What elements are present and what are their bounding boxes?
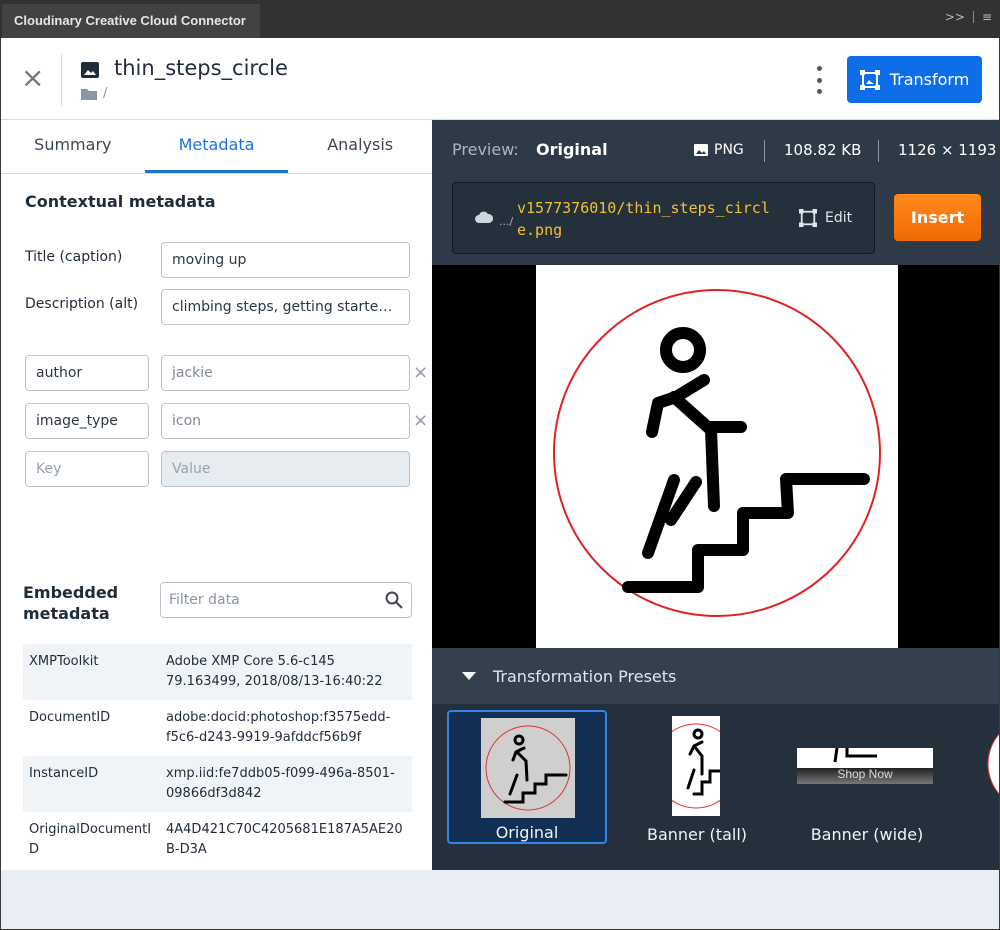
table-row: DocumentID adobe:docid:photoshop:f3575ed… <box>23 700 412 756</box>
format-label: PNG <box>714 142 744 158</box>
description-alt-input[interactable]: climbing steps, getting started, i... <box>161 289 410 325</box>
transform-icon <box>859 69 880 90</box>
image-dimensions: 1126 × 1193 <box>898 141 997 159</box>
url-prefix: .../ <box>499 215 514 228</box>
footer-area <box>1 870 999 929</box>
tab-bar: Summary Metadata Analysis <box>1 120 432 174</box>
divider <box>61 54 62 106</box>
insert-button[interactable]: Insert <box>894 194 981 241</box>
meta-value: 4A4D421C70C4205681E187A5AE20B-D3A <box>166 822 403 857</box>
contextual-metadata-heading: Contextual metadata <box>25 192 216 211</box>
filter-placeholder: Filter data <box>169 592 240 608</box>
preview-mode: Original <box>536 140 608 159</box>
more-options-icon[interactable] <box>813 66 825 94</box>
panel-titlebar: Cloudinary Creative Cloud Connector >> ≡ <box>0 0 1000 38</box>
meta-key: XMPToolkit <box>29 654 99 669</box>
title-caption-label: Title (caption) <box>25 249 123 265</box>
folder-icon[interactable] <box>81 88 97 100</box>
divider <box>972 11 974 23</box>
preset-original[interactable]: Original <box>447 710 607 844</box>
embedded-metadata-heading: Embedded metadata <box>23 582 118 624</box>
preset-banner-wide[interactable]: Shop Now Banner (wide) <box>787 710 947 844</box>
meta-value: adobe:docid:photoshop:f3575edd-f5c6-d243… <box>166 710 391 745</box>
meta-key: InstanceID <box>29 766 99 781</box>
close-icon[interactable]: × <box>21 64 45 92</box>
table-row: OriginalDocumentID 4A4D421C70C4205681E18… <box>23 812 412 868</box>
edit-label: Edit <box>825 210 853 226</box>
meta-value: Adobe XMP Core 5.6-c145 79.163499, 2018/… <box>166 654 383 689</box>
transform-icon <box>799 209 817 227</box>
image-icon <box>81 62 99 78</box>
chevron-down-icon[interactable] <box>462 672 476 680</box>
description-alt-label: Description (alt) <box>25 296 139 312</box>
presets-strip: Original Banner (tall) Shop Now Banner (… <box>432 704 999 870</box>
preset-label: Banner (wide) <box>810 825 924 844</box>
new-value-input[interactable]: Value <box>161 451 410 487</box>
metadata-key-input[interactable]: author <box>25 355 149 391</box>
preview-label: Preview: <box>452 140 519 159</box>
folder-path[interactable]: / <box>103 86 107 101</box>
metadata-value-input[interactable]: icon <box>161 403 410 439</box>
asset-url[interactable]: v1577376010/thin_steps_circle.png <box>517 197 787 241</box>
panel-tab-title[interactable]: Cloudinary Creative Cloud Connector <box>2 4 260 38</box>
preview-stage <box>432 265 999 648</box>
preset-thumbnail <box>481 718 575 818</box>
cloud-icon <box>475 211 493 223</box>
steps-figure-icon <box>553 289 881 617</box>
breadcrumb: / <box>81 86 107 101</box>
expand-icon[interactable]: >> <box>945 10 965 24</box>
table-row: InstanceID xmp.iid:fe7ddb05-f099-496a-85… <box>23 756 412 812</box>
presets-header[interactable]: Transformation Presets <box>432 648 999 704</box>
asset-header: × thin_steps_circle / Transform <box>1 38 999 120</box>
image-icon <box>694 144 708 156</box>
tab-analysis[interactable]: Analysis <box>288 120 432 173</box>
metadata-pane: Summary Metadata Analysis Contextual met… <box>1 120 432 870</box>
presets-title: Transformation Presets <box>493 667 677 686</box>
file-size: 108.82 KB <box>784 141 862 159</box>
banner-text: Shop Now <box>837 767 893 781</box>
preset-banner-tall[interactable]: Banner (tall) <box>622 710 772 844</box>
filter-data-input[interactable]: Filter data <box>160 582 412 618</box>
preview-image <box>536 265 898 648</box>
panel-menu-icon[interactable]: ≡ <box>982 10 992 24</box>
preset-thumbnail: Shop Now <box>797 748 933 784</box>
table-row: XMPToolkit Adobe XMP Core 5.6-c145 79.16… <box>23 644 412 700</box>
new-key-input[interactable]: Key <box>25 451 149 487</box>
preview-pane: Preview: Original PNG 108.82 KB 1126 × 1… <box>432 120 999 870</box>
format-badge: PNG <box>694 142 744 158</box>
metadata-value-input[interactable]: jackie <box>161 355 410 391</box>
search-icon[interactable] <box>385 591 403 609</box>
meta-key: DocumentID <box>29 710 111 725</box>
edit-button[interactable]: Edit <box>799 209 852 227</box>
tab-summary[interactable]: Summary <box>1 120 145 173</box>
heading-line: Embedded <box>23 583 119 602</box>
asset-title: thin_steps_circle <box>114 56 288 80</box>
metadata-key-input[interactable]: image_type <box>25 403 149 439</box>
transform-button[interactable]: Transform <box>847 56 982 103</box>
preset-partial-thumbnail[interactable] <box>984 724 999 804</box>
preset-thumbnail <box>672 716 720 816</box>
remove-field-icon[interactable]: × <box>413 364 429 382</box>
asset-url-box: .../ v1577376010/thin_steps_circle.png E… <box>452 182 875 254</box>
preset-label: Original <box>495 823 559 842</box>
preview-info-bar: Preview: Original PNG 108.82 KB 1126 × 1… <box>432 120 999 180</box>
divider <box>878 140 879 162</box>
transform-label: Transform <box>889 70 970 89</box>
divider <box>764 140 765 162</box>
heading-line: metadata <box>23 604 110 623</box>
meta-key: OriginalDocumentID <box>29 822 152 857</box>
meta-value: xmp.iid:fe7ddb05-f099-496a-8501-09866df3… <box>166 766 395 801</box>
tab-metadata[interactable]: Metadata <box>144 120 289 173</box>
remove-field-icon[interactable]: × <box>413 412 429 430</box>
panel-controls: >> ≡ <box>945 10 992 24</box>
preset-label: Banner (tall) <box>646 825 748 844</box>
title-caption-input[interactable]: moving up <box>161 242 410 278</box>
